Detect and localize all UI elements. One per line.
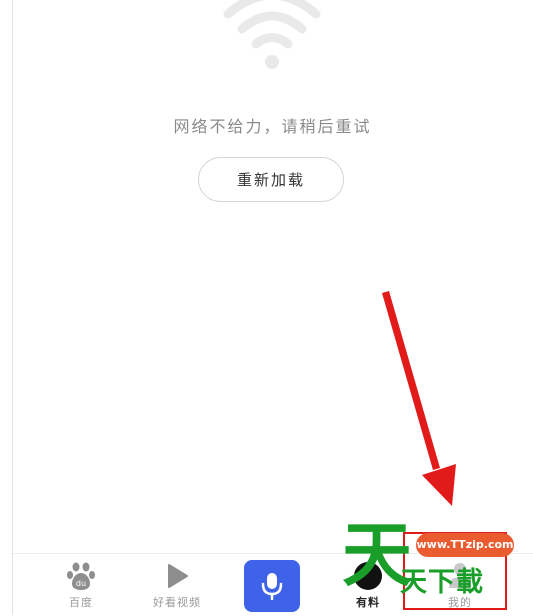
watermark-site-name: 天下載 bbox=[400, 567, 484, 598]
watermark-url: www.TTzip.com bbox=[416, 533, 514, 557]
red-arrow-annotation bbox=[382, 291, 456, 506]
